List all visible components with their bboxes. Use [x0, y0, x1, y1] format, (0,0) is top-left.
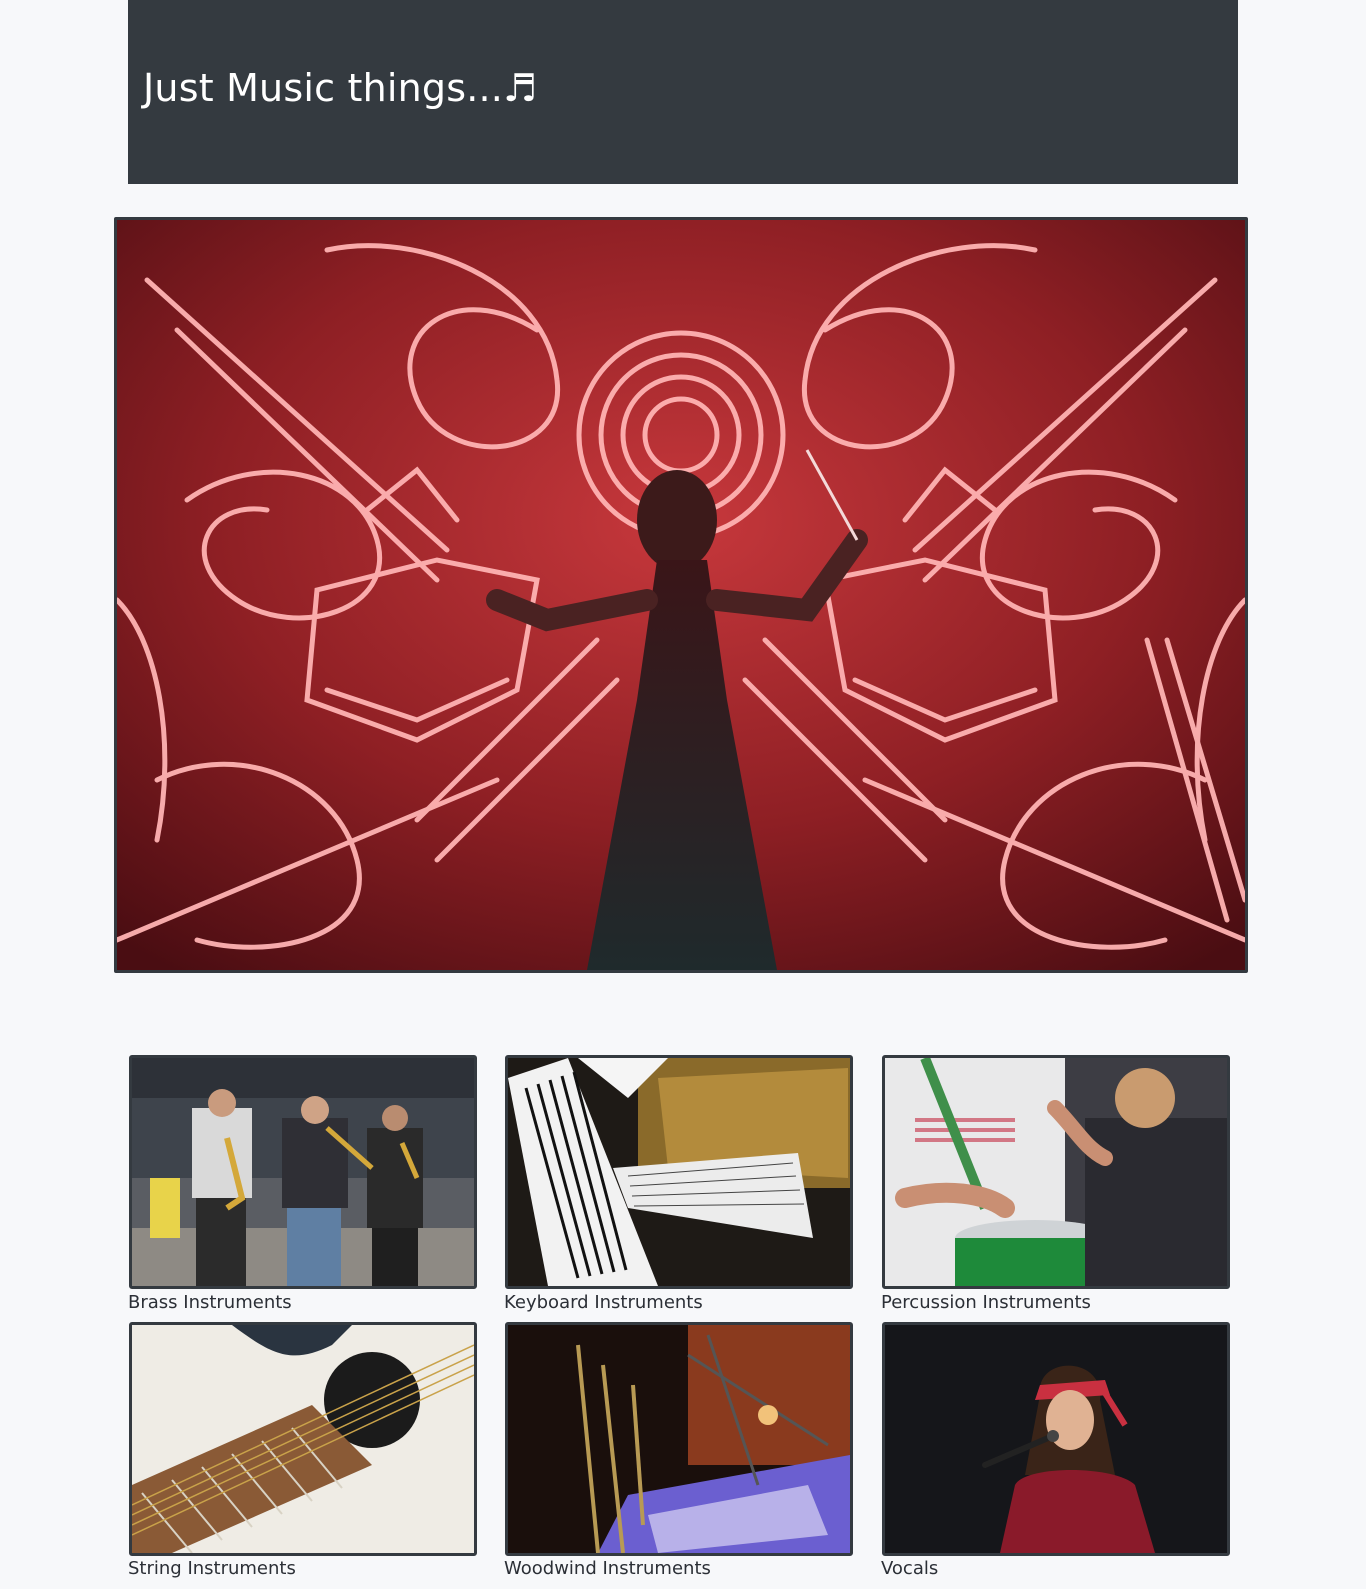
percussion-instruments-label[interactable]: Percussion Instruments — [881, 1292, 1091, 1313]
string-instruments-image[interactable] — [129, 1322, 477, 1556]
singer-microphone-image — [885, 1325, 1227, 1553]
keyboard-instruments-label[interactable]: Keyboard Instruments — [504, 1292, 703, 1313]
woodwind-instruments-label[interactable]: Woodwind Instruments — [504, 1558, 711, 1579]
grand-piano-sheet-music-image — [508, 1058, 850, 1286]
woodwind-stage-image — [508, 1325, 850, 1553]
neon-orchestra-image — [117, 220, 1245, 970]
vocals-image[interactable] — [882, 1322, 1230, 1556]
site-title: Just Music things...♬ — [143, 66, 538, 110]
acoustic-guitar-closeup-image — [132, 1325, 474, 1553]
keyboard-instruments-image[interactable] — [505, 1055, 853, 1289]
woodwind-instruments-image[interactable] — [505, 1322, 853, 1556]
site-header: Just Music things...♬ — [128, 0, 1238, 184]
brass-instruments-image[interactable] — [129, 1055, 477, 1289]
drummers-percussion-image — [885, 1058, 1227, 1286]
vocals-label[interactable]: Vocals — [881, 1558, 938, 1579]
percussion-instruments-image[interactable] — [882, 1055, 1230, 1289]
brass-instruments-label[interactable]: Brass Instruments — [128, 1292, 292, 1313]
hero-image — [114, 217, 1248, 973]
brass-street-musicians-image — [132, 1058, 474, 1286]
string-instruments-label[interactable]: String Instruments — [128, 1558, 296, 1579]
